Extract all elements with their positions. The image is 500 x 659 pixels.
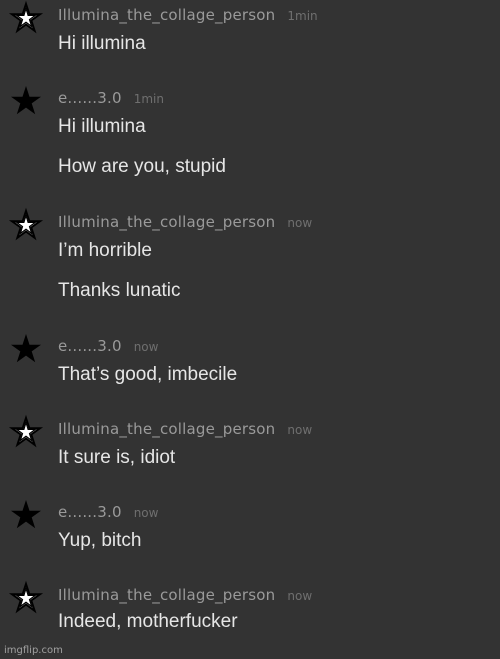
message-header: Illumina_the_collage_person now	[58, 213, 312, 232]
timestamp: 1min	[287, 9, 318, 23]
outline-star-icon[interactable]	[8, 580, 44, 616]
timestamp: now	[287, 589, 313, 603]
black-star-icon[interactable]	[8, 331, 44, 367]
username[interactable]: e......3.0	[58, 503, 122, 521]
username[interactable]: e......3.0	[58, 89, 122, 107]
message-header: e......3.0 now	[58, 337, 158, 356]
outline-star-icon[interactable]	[8, 414, 44, 450]
message-header: Illumina_the_collage_person now	[58, 586, 312, 605]
outline-star-icon[interactable]	[8, 207, 44, 243]
watermark: imgflip.com	[4, 645, 63, 656]
message-text: Yup, bitch	[58, 530, 142, 551]
username[interactable]: Illumina_the_collage_person	[58, 586, 275, 604]
message-text: How are you, stupid	[58, 156, 226, 177]
message-header: e......3.0 now	[58, 503, 158, 522]
timestamp: now	[133, 506, 159, 520]
message-header: e......3.0 1min	[58, 89, 164, 108]
timestamp: now	[287, 423, 313, 437]
username[interactable]: Illumina_the_collage_person	[58, 6, 275, 24]
message-header: Illumina_the_collage_person now	[58, 420, 312, 439]
message-text: Thanks lunatic	[58, 280, 181, 301]
username[interactable]: Illumina_the_collage_person	[58, 420, 275, 438]
message-text: That’s good, imbecile	[58, 364, 238, 385]
message-header: Illumina_the_collage_person 1min	[58, 6, 318, 25]
timestamp: now	[287, 216, 313, 230]
outline-star-icon[interactable]	[8, 0, 44, 36]
black-star-icon[interactable]	[8, 83, 44, 119]
username[interactable]: e......3.0	[58, 337, 122, 355]
message-text: Hi illumina	[58, 33, 146, 54]
message-text: It sure is, idiot	[58, 447, 176, 468]
username[interactable]: Illumina_the_collage_person	[58, 213, 275, 231]
timestamp: now	[133, 340, 159, 354]
message-text: Hi illumina	[58, 116, 146, 137]
message-text: Indeed, motherfucker	[58, 611, 238, 632]
black-star-icon[interactable]	[8, 497, 44, 533]
timestamp: 1min	[133, 92, 164, 106]
message-text: I’m horrible	[58, 240, 152, 261]
